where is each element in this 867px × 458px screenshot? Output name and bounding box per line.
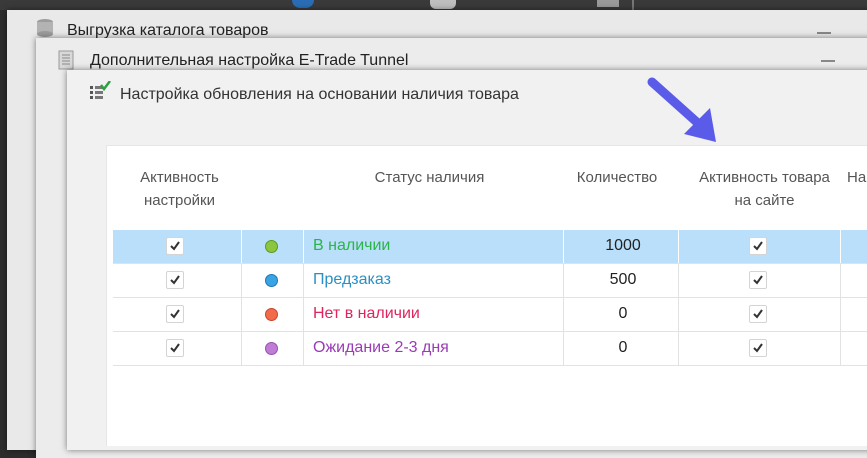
window-title: Дополнительная настройка E-Trade Tunnel <box>90 52 409 69</box>
column-separator <box>678 230 679 263</box>
check-mark-icon <box>170 241 180 251</box>
checklist-icon <box>90 81 111 99</box>
table-row[interactable]: Ожидание 2-3 дня 0 <box>113 332 867 366</box>
window-icon-partial <box>597 0 619 7</box>
column-separator <box>678 298 679 331</box>
column-separator <box>241 230 242 263</box>
status-label: В наличии <box>313 237 391 254</box>
column-separator <box>241 298 242 331</box>
check-mark-icon <box>753 343 763 353</box>
active-checkbox[interactable] <box>166 271 184 289</box>
check-mark-icon <box>170 275 180 285</box>
site-active-checkbox[interactable] <box>749 237 767 255</box>
status-label: Предзаказ <box>313 271 391 288</box>
column-separator <box>563 230 564 263</box>
settings-icon-partial <box>430 0 456 9</box>
divider <box>632 0 634 10</box>
check-mark-icon <box>753 241 763 251</box>
window-title: Настройка обновления на основании наличи… <box>120 86 519 103</box>
app-icon-partial <box>292 0 314 8</box>
status-dot-icon <box>265 240 278 253</box>
status-dot-icon <box>265 342 278 355</box>
column-separator <box>840 298 841 331</box>
column-separator <box>241 332 242 365</box>
document-icon <box>58 50 74 70</box>
column-separator <box>563 298 564 331</box>
header-quantity: Количество <box>576 169 658 186</box>
site-active-checkbox[interactable] <box>749 271 767 289</box>
active-checkbox[interactable] <box>166 339 184 357</box>
site-active-checkbox[interactable] <box>749 339 767 357</box>
column-separator <box>303 264 304 297</box>
header-site-active: Активность товара на сайте <box>699 169 830 209</box>
pointer-arrow-icon <box>647 77 716 142</box>
check-mark-icon <box>753 309 763 319</box>
minimize-button[interactable] <box>821 60 835 62</box>
database-icon <box>37 19 53 37</box>
column-separator <box>678 264 679 297</box>
column-separator <box>840 332 841 365</box>
header-active: Активность настройки <box>140 169 219 209</box>
status-label: Ожидание 2-3 дня <box>313 339 449 356</box>
column-separator <box>563 264 564 297</box>
column-separator <box>303 230 304 263</box>
check-mark-icon <box>753 275 763 285</box>
minimize-button[interactable] <box>817 32 831 34</box>
quantity-value[interactable]: 500 <box>573 271 673 289</box>
quantity-value[interactable]: 0 <box>573 339 673 357</box>
header-status: Статус наличия <box>374 169 485 186</box>
status-dot-icon <box>265 308 278 321</box>
status-dot-icon <box>265 274 278 287</box>
taskbar-strip <box>0 0 867 10</box>
active-checkbox[interactable] <box>166 237 184 255</box>
site-active-checkbox[interactable] <box>749 305 767 323</box>
availability-table: Активность настройки Статус наличия Колич… <box>106 145 867 446</box>
active-checkbox[interactable] <box>166 305 184 323</box>
check-mark-icon <box>170 343 180 353</box>
table-row[interactable]: Нет в наличии 0 <box>113 298 867 332</box>
quantity-value[interactable]: 1000 <box>573 237 673 255</box>
column-separator <box>241 264 242 297</box>
header-cut-column: На <box>847 169 867 186</box>
column-separator <box>303 332 304 365</box>
column-separator <box>563 332 564 365</box>
column-separator <box>303 298 304 331</box>
table-row[interactable]: Предзаказ 500 <box>113 264 867 298</box>
check-mark-icon <box>170 309 180 319</box>
quantity-value[interactable]: 0 <box>573 305 673 323</box>
column-separator <box>840 264 841 297</box>
column-separator <box>678 332 679 365</box>
status-label: Нет в наличии <box>313 305 420 322</box>
column-separator <box>840 230 841 263</box>
table-row[interactable]: В наличии 1000 <box>113 230 867 264</box>
